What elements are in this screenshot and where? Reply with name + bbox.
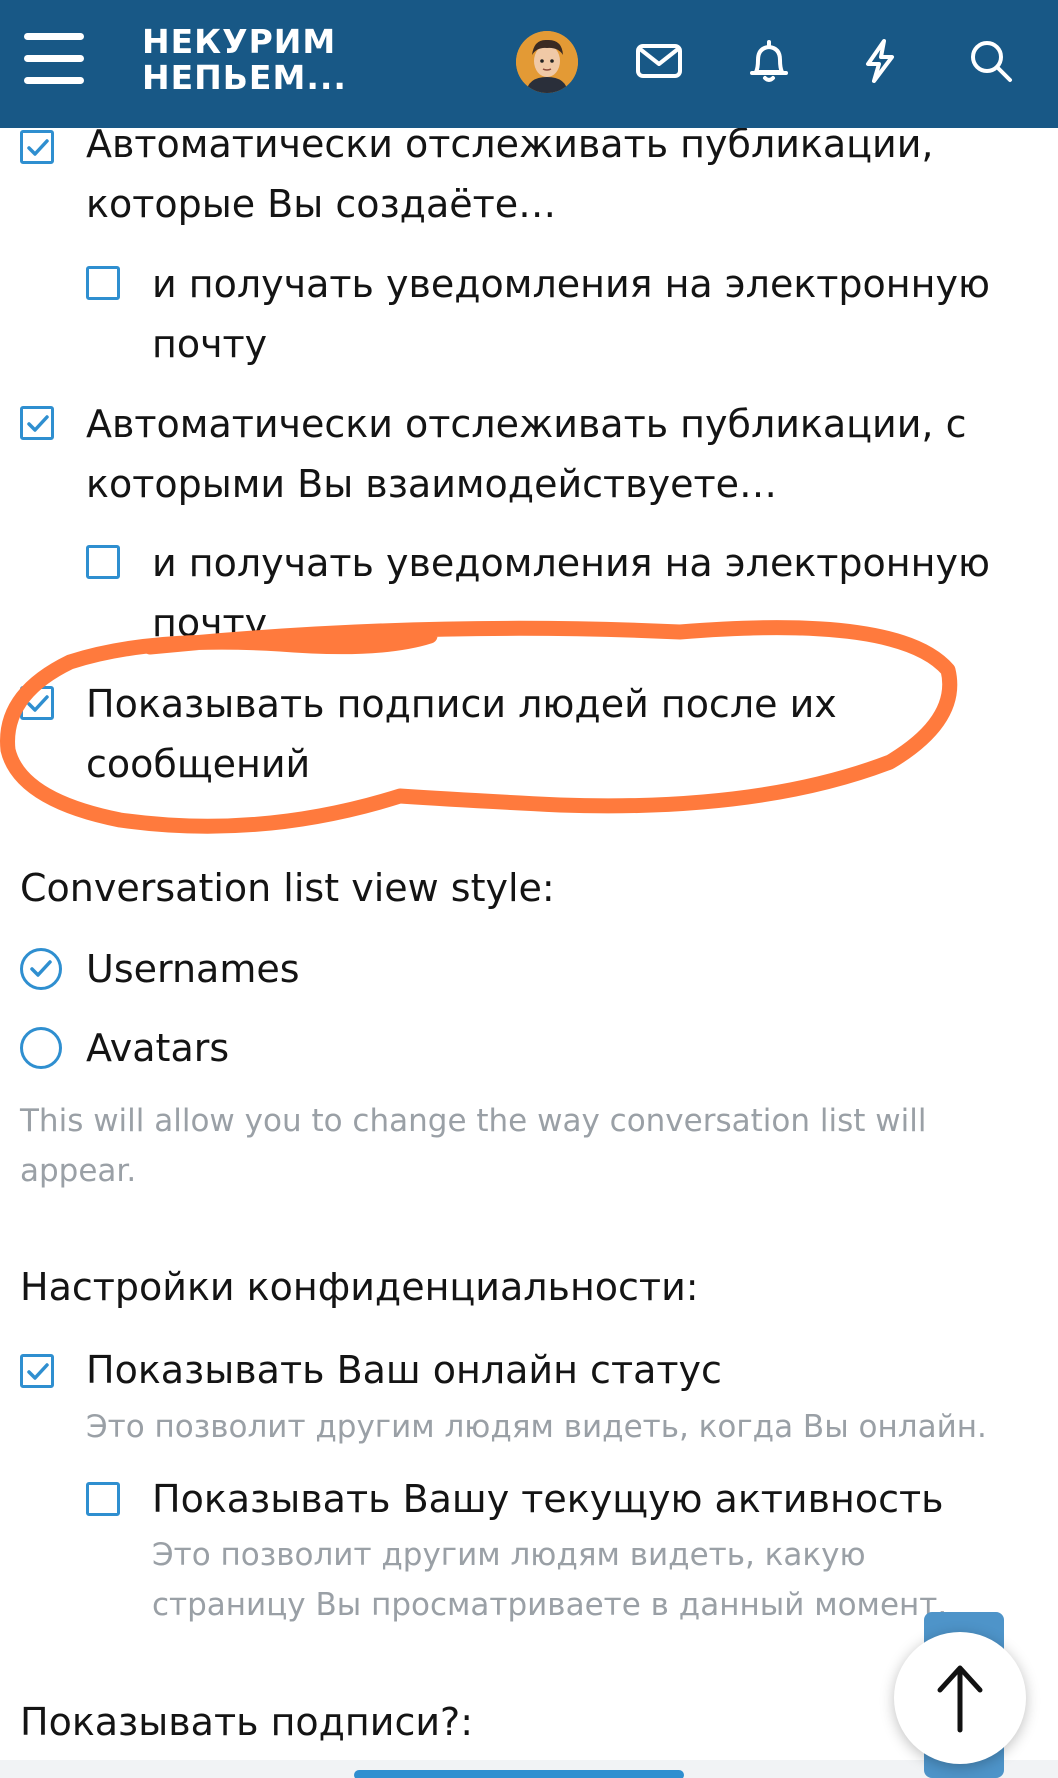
scroll-to-top-button[interactable] [894,1632,1026,1764]
label-current-activity: Показывать Вашу текущую активность [152,1477,944,1521]
label-auto-watch-interact-2: которыми Вы взаимодействуете… [86,462,777,506]
online-status-hint: Это позволит другим людям видеть, когда … [86,1409,987,1445]
label-auto-watch-interact-email-2: почту [152,601,268,645]
label-avatars: Avatars [86,1026,230,1070]
activity-hint-2: страницу Вы просматриваете в данный моме… [152,1587,948,1623]
label-show-signatures-1: Показывать подписи людей после их [86,682,837,726]
checkbox-auto-watch-interact[interactable] [20,406,54,440]
checkbox-auto-watch-created-email[interactable] [86,266,120,300]
label-auto-watch-interact-email-1: и получать уведомления на электронную [152,541,990,585]
conversation-hint-1: This will allow you to change the way co… [20,1103,927,1139]
bottom-save-button-edge[interactable] [354,1770,684,1778]
site-logo[interactable]: НЕКУРИМ НЕПЬЕМ... [142,24,347,96]
bell-icon[interactable] [744,36,794,86]
arrow-up-icon [937,1665,983,1733]
checkbox-online-status[interactable] [20,1354,54,1388]
label-usernames: Usernames [86,947,300,991]
lightning-icon[interactable] [855,36,905,86]
checkbox-auto-watch-interact-email[interactable] [86,545,120,579]
label-auto-watch-created-2: которые Вы создаёте… [86,182,557,226]
checkbox-auto-watch-created[interactable] [20,130,54,164]
label-online-status: Показывать Ваш онлайн статус [86,1348,722,1392]
label-auto-watch-created-email-1: и получать уведомления на электронную [152,262,990,306]
checkbox-show-signatures[interactable] [20,686,54,720]
activity-hint-1: Это позволит другим людям видеть, какую [152,1537,866,1573]
label-auto-watch-interact-1: Автоматически отслеживать публикации, с [86,402,967,446]
avatar[interactable] [516,31,578,93]
search-icon[interactable] [966,36,1016,86]
radio-avatars[interactable] [20,1027,62,1069]
conversation-hint-2: appear. [20,1153,137,1189]
signatures-question: Показывать подписи?: [20,1700,474,1744]
menu-icon[interactable] [24,33,84,85]
logo-line-1: НЕКУРИМ [142,22,337,61]
label-show-signatures-2: сообщений [86,742,311,786]
label-auto-watch-created-email-2: почту [152,322,268,366]
checkbox-current-activity[interactable] [86,1482,120,1516]
conversation-style-title: Conversation list view style: [20,866,555,910]
radio-usernames[interactable] [20,948,62,990]
top-navbar: НЕКУРИМ НЕПЬЕМ... [0,0,1058,128]
mail-icon[interactable] [634,36,684,86]
privacy-title: Настройки конфиденциальности: [20,1265,699,1309]
logo-line-2: НЕПЬЕМ... [142,58,347,97]
